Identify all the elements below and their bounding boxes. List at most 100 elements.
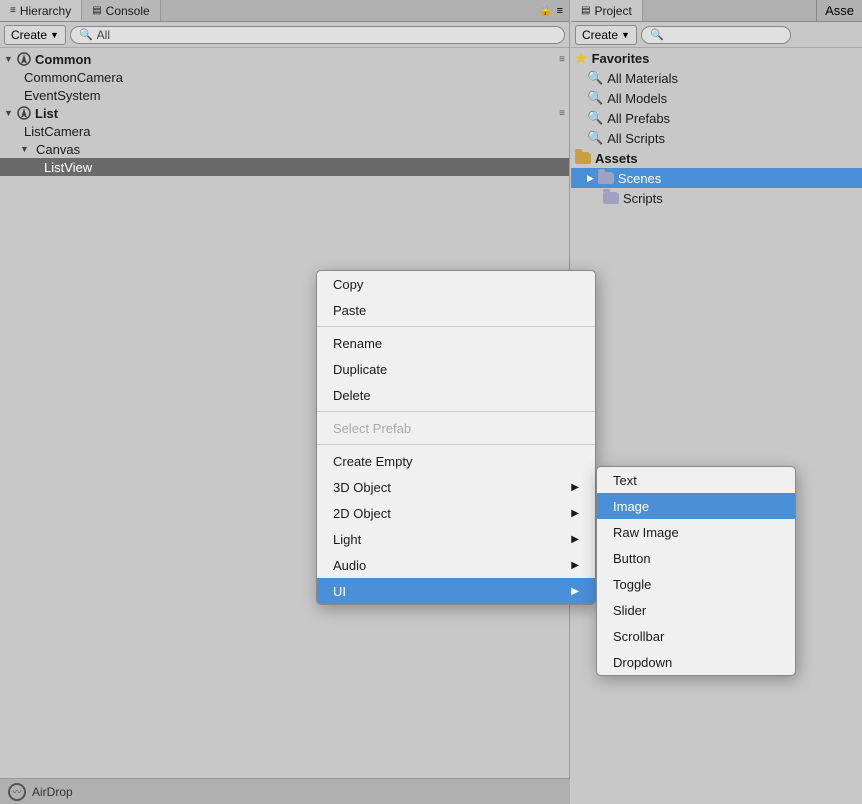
- scripts-label: All Scripts: [607, 131, 665, 146]
- hierarchy-content: ▼ Common ≡ CommonCamera EventSystem ▼: [0, 48, 569, 178]
- prefabs-search-icon: 🔍: [587, 110, 603, 126]
- sm-item-toggle[interactable]: Toggle: [597, 571, 795, 597]
- common-menu-icon[interactable]: ≡: [559, 54, 565, 65]
- canvas-label: Canvas: [36, 142, 80, 157]
- cm-3d-object-label: 3D Object: [333, 480, 391, 495]
- assets-item-scripts[interactable]: Scripts: [571, 188, 862, 208]
- cm-item-rename[interactable]: Rename: [317, 330, 595, 356]
- cm-audio-arrow-icon: ▶: [571, 560, 579, 571]
- tab-project[interactable]: ▤ Project: [571, 0, 643, 21]
- cm-light-arrow-icon: ▶: [571, 534, 579, 545]
- favorites-item-prefabs[interactable]: 🔍 All Prefabs: [571, 108, 862, 128]
- sm-scrollbar-label: Scrollbar: [613, 629, 664, 644]
- project-search-box[interactable]: 🔍: [641, 26, 791, 44]
- project-search-input[interactable]: [668, 28, 782, 42]
- assets-header: Assets: [571, 148, 862, 168]
- hierarchy-item-listcamera[interactable]: ListCamera: [0, 122, 569, 140]
- sm-item-button[interactable]: Button: [597, 545, 795, 571]
- airdrop-icon: 〰: [8, 783, 26, 801]
- project-panel: ▤ Project Asse Create ▼ 🔍 ★ Favorites 🔍 …: [571, 0, 862, 804]
- cm-select-prefab-label: Select Prefab: [333, 421, 411, 436]
- sm-item-scrollbar[interactable]: Scrollbar: [597, 623, 795, 649]
- search-icon: 🔍: [79, 28, 93, 41]
- list-menu-icon[interactable]: ≡: [559, 108, 565, 119]
- materials-label: All Materials: [607, 71, 678, 86]
- project-create-button[interactable]: Create ▼: [575, 25, 637, 45]
- cm-ui-arrow-icon: ▶: [571, 586, 579, 597]
- sm-item-text[interactable]: Text: [597, 467, 795, 493]
- models-search-icon: 🔍: [587, 90, 603, 106]
- cm-item-delete[interactable]: Delete: [317, 382, 595, 408]
- scripts-search-icon: 🔍: [587, 130, 603, 146]
- cm-item-paste[interactable]: Paste: [317, 297, 595, 323]
- cm-item-duplicate[interactable]: Duplicate: [317, 356, 595, 382]
- list-label: List: [35, 106, 58, 121]
- cm-paste-label: Paste: [333, 303, 366, 318]
- cm-item-create-empty[interactable]: Create Empty: [317, 448, 595, 474]
- tab-hierarchy[interactable]: ≡ Hierarchy: [0, 0, 82, 21]
- canvas-triangle: ▼: [20, 144, 32, 154]
- create-arrow: ▼: [50, 30, 59, 40]
- cm-2d-arrow-icon: ▶: [571, 508, 579, 519]
- assets-tab-label: Asse: [825, 3, 854, 18]
- create-button[interactable]: Create ▼: [4, 25, 66, 45]
- tab-lock-area: 🔒 ≡: [539, 4, 569, 17]
- cm-item-light[interactable]: Light ▶: [317, 526, 595, 552]
- cm-item-select-prefab: Select Prefab: [317, 415, 595, 441]
- cm-item-audio[interactable]: Audio ▶: [317, 552, 595, 578]
- console-tab-label: Console: [106, 4, 150, 18]
- project-content: ★ Favorites 🔍 All Materials 🔍 All Models…: [571, 48, 862, 208]
- hierarchy-item-listview[interactable]: ListView: [0, 158, 569, 176]
- search-input[interactable]: [97, 28, 556, 42]
- hierarchy-item-list[interactable]: ▼ List ≡: [0, 104, 569, 122]
- cm-item-2d-object[interactable]: 2D Object ▶: [317, 500, 595, 526]
- assets-label-text: Assets: [595, 151, 638, 166]
- ui-submenu: Text Image Raw Image Button Toggle Slide…: [596, 466, 796, 676]
- search-box[interactable]: 🔍: [70, 26, 565, 44]
- hierarchy-item-eventsystem[interactable]: EventSystem: [0, 86, 569, 104]
- cm-delete-label: Delete: [333, 388, 371, 403]
- sm-item-image[interactable]: Image: [597, 493, 795, 519]
- assets-column-tab[interactable]: Asse: [816, 0, 862, 21]
- favorites-item-models[interactable]: 🔍 All Models: [571, 88, 862, 108]
- sm-item-raw-image[interactable]: Raw Image: [597, 519, 795, 545]
- hierarchy-tab-icon: ≡: [10, 5, 16, 16]
- favorites-star-icon: ★: [575, 50, 588, 67]
- materials-search-icon: 🔍: [587, 70, 603, 86]
- console-tab-icon: ▤: [92, 5, 101, 16]
- tab-console[interactable]: ▤ Console: [82, 0, 160, 21]
- project-tab-icon: ▤: [581, 5, 590, 16]
- project-search-icon: 🔍: [650, 28, 664, 41]
- assets-item-scenes[interactable]: ▶ Scenes: [571, 168, 862, 188]
- sm-text-label: Text: [613, 473, 637, 488]
- prefabs-label: All Prefabs: [607, 111, 670, 126]
- cm-ui-label: UI: [333, 584, 346, 599]
- cm-separator-2: [317, 411, 595, 412]
- hierarchy-item-common[interactable]: ▼ Common ≡: [0, 50, 569, 68]
- tab-menu-icon[interactable]: ≡: [557, 5, 563, 17]
- scenes-folder-icon: [598, 172, 614, 184]
- cm-item-copy[interactable]: Copy: [317, 271, 595, 297]
- cm-item-3d-object[interactable]: 3D Object ▶: [317, 474, 595, 500]
- hierarchy-item-commoncamera[interactable]: CommonCamera: [0, 68, 569, 86]
- project-tab-label: Project: [594, 4, 631, 18]
- project-toolbar: Create ▼ 🔍: [571, 22, 862, 48]
- favorites-item-scripts[interactable]: 🔍 All Scripts: [571, 128, 862, 148]
- cm-3d-arrow-icon: ▶: [571, 482, 579, 493]
- cm-duplicate-label: Duplicate: [333, 362, 387, 377]
- sm-item-dropdown[interactable]: Dropdown: [597, 649, 795, 675]
- sm-item-slider[interactable]: Slider: [597, 597, 795, 623]
- sm-dropdown-label: Dropdown: [613, 655, 672, 670]
- favorites-item-materials[interactable]: 🔍 All Materials: [571, 68, 862, 88]
- cm-item-ui[interactable]: UI ▶: [317, 578, 595, 604]
- cm-separator-1: [317, 326, 595, 327]
- hierarchy-item-canvas[interactable]: ▼ Canvas: [0, 140, 569, 158]
- project-create-label: Create: [582, 28, 618, 42]
- unity-icon-common: [16, 51, 32, 67]
- sm-toggle-label: Toggle: [613, 577, 651, 592]
- scenes-arrow: ▶: [587, 173, 594, 184]
- airdrop-label: AirDrop: [32, 785, 73, 799]
- context-menu: Copy Paste Rename Duplicate Delete Selec…: [316, 270, 596, 605]
- sm-raw-image-label: Raw Image: [613, 525, 679, 540]
- assets-folder-icon: [575, 152, 591, 164]
